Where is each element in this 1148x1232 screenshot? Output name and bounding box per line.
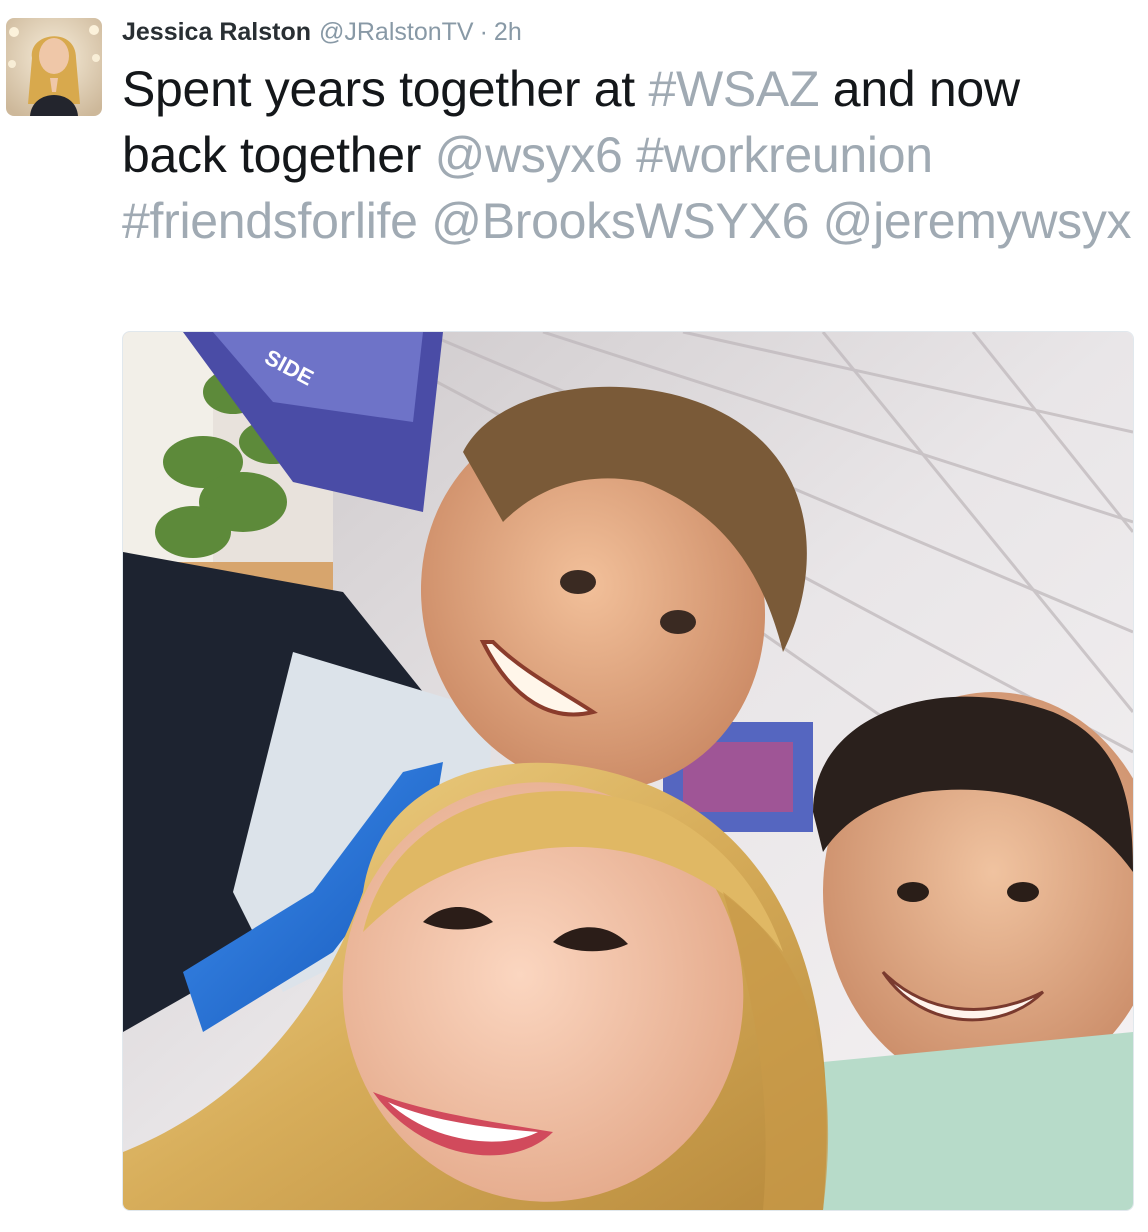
- tweet-photo[interactable]: SIDE: [122, 331, 1134, 1211]
- mention-wsyx6[interactable]: @wsyx6: [435, 127, 623, 183]
- mention-brookswsyx6[interactable]: @BrooksWSYX6: [431, 193, 809, 249]
- author-handle[interactable]: @JRalstonTV: [319, 18, 474, 47]
- author-avatar[interactable]: [6, 18, 102, 116]
- tweet-timestamp[interactable]: 2h: [494, 18, 522, 47]
- tweet-text-space: [623, 127, 637, 183]
- tweet-header: Jessica Ralston @JRalstonTV · 2h: [122, 18, 522, 52]
- hashtag-wsaz[interactable]: #WSAZ: [648, 61, 819, 117]
- tweet-text-space: [418, 193, 432, 249]
- separator-dot: ·: [479, 18, 488, 46]
- tweet-text-part: Spent years together at: [122, 61, 649, 117]
- author-name[interactable]: Jessica Ralston: [122, 18, 311, 47]
- selfie-image: SIDE: [123, 332, 1133, 1210]
- tweet-text-space: [809, 193, 823, 249]
- hashtag-friendsforlife[interactable]: #friendsforlife: [122, 193, 418, 249]
- avatar-photo: [6, 18, 102, 116]
- mention-jeremywsyx[interactable]: @jeremywsyx: [823, 193, 1132, 249]
- hashtag-workreunion[interactable]: #workreunion: [636, 127, 933, 183]
- tweet-text: Spent years together at #WSAZ and now ba…: [122, 56, 1132, 254]
